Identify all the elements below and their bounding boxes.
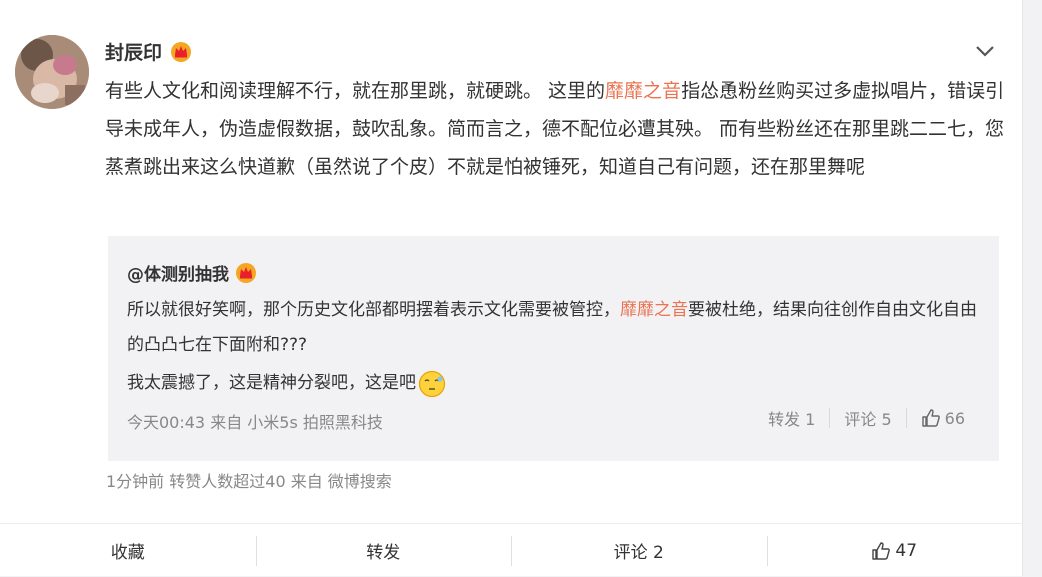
- highlight-link[interactable]: 靡靡之音: [620, 300, 688, 320]
- quote-meta: 今天00:43 来自 小米5s 拍照黑科技: [127, 413, 383, 432]
- chevron-down-icon[interactable]: [974, 40, 996, 62]
- favorite-label: 收藏: [110, 543, 145, 563]
- post-text-part: 有些人文化和阅读理解不行，就在那里跳，就硬跳。 这里的: [105, 80, 606, 102]
- quote-author-name[interactable]: @体测别抽我: [127, 260, 229, 285]
- quoted-post[interactable]: @体测别抽我 所以就很好笑啊，那个历史文化部都明摆着表示文化需要被管控，靡靡之音…: [108, 236, 999, 461]
- quote-like-count: 66: [944, 408, 965, 428]
- highlight-link[interactable]: 靡靡之音: [605, 80, 681, 102]
- repost-button[interactable]: 转发: [255, 524, 512, 577]
- post-action-bar: 收藏 转发 评论 2 47: [0, 523, 1022, 577]
- post-meta: 1分钟前 转赞人数超过40 来自 微博搜索: [106, 472, 392, 491]
- post-author: 封辰印: [105, 38, 192, 65]
- repost-label: 转发: [366, 543, 401, 563]
- quote-actions: 转发 1 评论 5 66: [754, 404, 979, 432]
- quote-author: @体测别抽我: [127, 260, 257, 285]
- quote-comment-button[interactable]: 评论 5: [830, 404, 905, 432]
- quote-repost-button[interactable]: 转发 1: [754, 404, 829, 432]
- quote-text-line: 我太震撼了，这是精神分裂吧，这是吧: [127, 373, 416, 393]
- crown-badge-icon[interactable]: [235, 262, 257, 284]
- post-text: 有些人文化和阅读理解不行，就在那里跳，就硬跳。 这里的靡靡之音指怂恿粉丝购买过多…: [105, 72, 1005, 186]
- crown-badge-icon[interactable]: [170, 41, 192, 63]
- thumbs-up-icon: [921, 409, 940, 427]
- favorite-button[interactable]: 收藏: [0, 524, 256, 577]
- quote-like-button[interactable]: 66: [907, 404, 979, 432]
- quote-text: 所以就很好笑啊，那个历史文化部都明摆着表示文化需要被管控，靡靡之音要被杜绝，结果…: [127, 293, 982, 401]
- author-name[interactable]: 封辰印: [105, 38, 162, 65]
- awkward-emoji-icon: [418, 370, 446, 398]
- avatar[interactable]: [15, 35, 89, 109]
- like-count: 47: [895, 540, 918, 561]
- quote-text-part: 所以就很好笑啊，那个历史文化部都明摆着表示文化需要被管控，: [127, 300, 620, 320]
- thumbs-up-icon: [872, 541, 891, 560]
- comment-button[interactable]: 评论 2: [511, 524, 767, 577]
- like-button[interactable]: 47: [766, 524, 1023, 577]
- weibo-post-card: 封辰印 有些人文化和阅读理解不行，就在那里跳，就硬跳。 这里的靡靡之音指怂恿粉丝…: [0, 0, 1023, 576]
- comment-label: 评论 2: [613, 543, 664, 563]
